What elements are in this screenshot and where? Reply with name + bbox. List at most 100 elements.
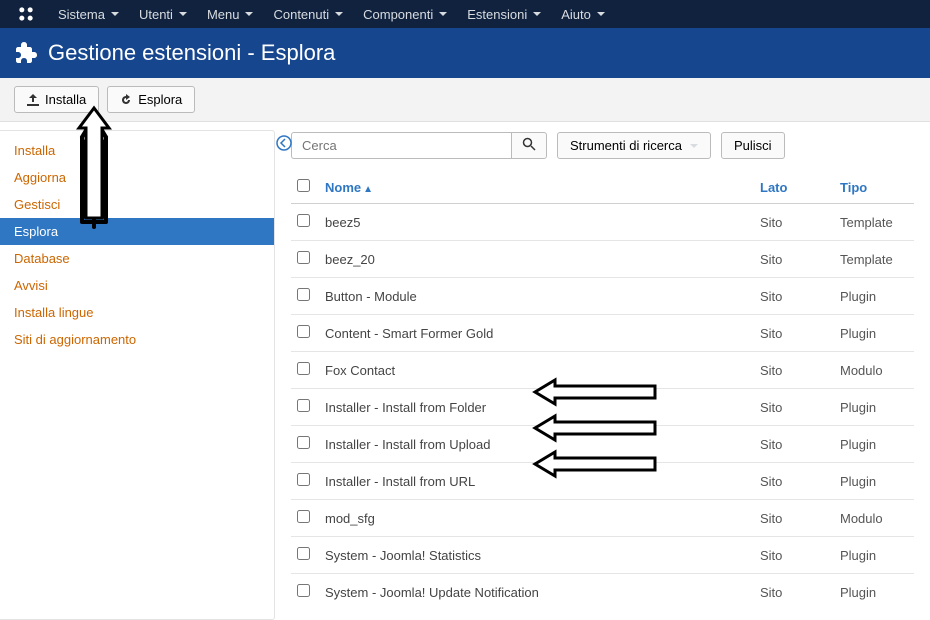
row-type: Modulo [834,352,914,389]
top-menu-estensioni[interactable]: Estensioni [457,1,551,28]
table-row: Content - Smart Former GoldSitoPlugin [291,315,914,352]
row-type: Plugin [834,278,914,315]
row-type: Plugin [834,315,914,352]
table-row: Installer - Install from URLSitoPlugin [291,463,914,500]
search-bar: Strumenti di ricerca Pulisci [291,132,914,159]
row-type: Modulo [834,500,914,537]
row-name: Installer - Install from Folder [319,389,754,426]
row-checkbox[interactable] [297,510,310,523]
table-row: System - Joomla! Update NotificationSito… [291,574,914,611]
caret-down-icon [690,144,698,148]
row-name: mod_sfg [319,500,754,537]
install-button[interactable]: Installa [14,86,99,113]
table-row: System - Joomla! StatisticsSitoPlugin [291,537,914,574]
top-menu-utenti[interactable]: Utenti [129,1,197,28]
upload-icon [27,94,39,106]
title-bar: Gestione estensioni - Esplora [0,28,930,78]
caret-down-icon [245,12,253,16]
table-row: Installer - Install from UploadSitoPlugi… [291,426,914,463]
top-menu-componenti[interactable]: Componenti [353,1,457,28]
row-name: Installer - Install from URL [319,463,754,500]
row-side: Sito [754,500,834,537]
sidebar: InstallaAggiornaGestisciEsploraDatabaseA… [0,130,275,620]
refresh-icon [120,94,132,106]
toolbar: Installa Esplora [0,78,930,122]
top-menu: SistemaUtentiMenuContenutiComponentiEste… [0,0,930,28]
row-type: Template [834,204,914,241]
row-type: Plugin [834,574,914,611]
row-name: beez_20 [319,241,754,278]
caret-down-icon [439,12,447,16]
row-type: Template [834,241,914,278]
row-side: Sito [754,241,834,278]
search-tools-button[interactable]: Strumenti di ricerca [557,132,711,159]
content-area: Strumenti di ricerca Pulisci Nome▲ Lato … [275,122,930,620]
row-name: Content - Smart Former Gold [319,315,754,352]
row-side: Sito [754,537,834,574]
clear-button[interactable]: Pulisci [721,132,785,159]
col-side[interactable]: Lato [754,171,834,204]
sidebar-item-gestisci[interactable]: Gestisci [0,191,274,218]
table-row: beez5SitoTemplate [291,204,914,241]
caret-down-icon [597,12,605,16]
table-row: beez_20SitoTemplate [291,241,914,278]
row-side: Sito [754,204,834,241]
discover-button[interactable]: Esplora [107,86,195,113]
row-checkbox[interactable] [297,325,310,338]
sidebar-item-siti-di-aggiornamento[interactable]: Siti di aggiornamento [0,326,274,353]
caret-down-icon [335,12,343,16]
row-side: Sito [754,352,834,389]
row-type: Plugin [834,537,914,574]
select-all-checkbox[interactable] [297,179,310,192]
row-name: System - Joomla! Update Notification [319,574,754,611]
row-checkbox[interactable] [297,399,310,412]
row-type: Plugin [834,426,914,463]
sidebar-item-avvisi[interactable]: Avvisi [0,272,274,299]
search-button[interactable] [511,132,547,159]
top-menu-sistema[interactable]: Sistema [48,1,129,28]
joomla-logo-icon [16,4,36,24]
col-type[interactable]: Tipo [834,171,914,204]
col-name[interactable]: Nome▲ [319,171,754,204]
row-type: Plugin [834,389,914,426]
sidebar-collapse-icon[interactable] [276,135,292,156]
search-icon [522,137,536,151]
sidebar-item-esplora[interactable]: Esplora [0,218,274,245]
sidebar-item-database[interactable]: Database [0,245,274,272]
row-type: Plugin [834,463,914,500]
page-title: Gestione estensioni - Esplora [48,40,335,66]
row-name: Fox Contact [319,352,754,389]
row-side: Sito [754,278,834,315]
top-menu-contenuti[interactable]: Contenuti [263,1,353,28]
table-row: mod_sfgSitoModulo [291,500,914,537]
row-checkbox[interactable] [297,473,310,486]
row-name: Installer - Install from Upload [319,426,754,463]
row-name: beez5 [319,204,754,241]
search-input[interactable] [291,132,511,159]
caret-down-icon [533,12,541,16]
row-side: Sito [754,426,834,463]
caret-down-icon [179,12,187,16]
sidebar-item-installa[interactable]: Installa [0,137,274,164]
caret-down-icon [111,12,119,16]
sidebar-item-aggiorna[interactable]: Aggiorna [0,164,274,191]
row-checkbox[interactable] [297,214,310,227]
row-checkbox[interactable] [297,288,310,301]
top-menu-aiuto[interactable]: Aiuto [551,1,615,28]
row-checkbox[interactable] [297,362,310,375]
row-checkbox[interactable] [297,547,310,560]
table-row: Button - ModuleSitoPlugin [291,278,914,315]
top-menu-menu[interactable]: Menu [197,1,264,28]
row-side: Sito [754,389,834,426]
row-side: Sito [754,574,834,611]
row-side: Sito [754,463,834,500]
sidebar-item-installa-lingue[interactable]: Installa lingue [0,299,274,326]
row-checkbox[interactable] [297,251,310,264]
sort-asc-icon: ▲ [363,184,373,195]
extensions-table: Nome▲ Lato Tipo beez5SitoTemplatebeez_20… [291,171,914,610]
row-checkbox[interactable] [297,436,310,449]
table-row: Fox ContactSitoModulo [291,352,914,389]
row-side: Sito [754,315,834,352]
row-name: System - Joomla! Statistics [319,537,754,574]
table-row: Installer - Install from FolderSitoPlugi… [291,389,914,426]
